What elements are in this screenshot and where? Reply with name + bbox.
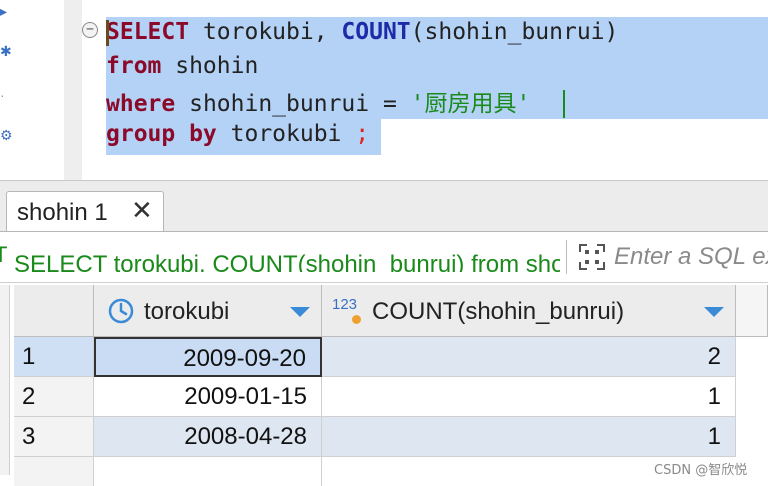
row-number[interactable]: 3 — [14, 417, 94, 457]
column-header-count[interactable]: 123 COUNT(shohin_bunrui) — [322, 285, 736, 337]
string-literal: '厨房用具' — [410, 91, 531, 117]
toolbar-icon[interactable]: · — [0, 88, 5, 102]
editor-left-toolbar: ▸ ✱ · ⚙ — [0, 0, 14, 180]
query-text[interactable]: SELECT torokubi, COUNT(shohin_bunrui) fr… — [14, 244, 560, 272]
code-line-2[interactable]: from shohin — [106, 51, 258, 81]
editor-gutter — [64, 0, 82, 180]
sort-arrow-icon[interactable] — [290, 307, 310, 317]
column-key-dot — [352, 315, 361, 324]
text-type-icon: T — [0, 242, 8, 267]
column-header-torokubi[interactable]: torokubi — [94, 285, 322, 337]
empty-cell — [94, 457, 322, 486]
table-row[interactable]: 3 2008-04-28 1 — [14, 417, 736, 457]
semicolon: ; — [355, 121, 370, 147]
fold-toggle-icon[interactable]: − — [82, 22, 98, 38]
row-number[interactable]: 1 — [14, 337, 94, 377]
code-text: shohin_bunrui = — [175, 91, 411, 117]
selection-anchor — [106, 20, 109, 46]
code-line-1[interactable]: SELECT torokubi, COUNT(shohin_bunrui) — [106, 17, 618, 47]
tab-label: shohin 1 — [17, 199, 108, 226]
header-filler — [736, 285, 768, 337]
cell-torokubi[interactable]: 2009-09-20 — [94, 337, 322, 377]
cell-count[interactable]: 1 — [322, 377, 736, 417]
empty-row-number — [14, 457, 94, 486]
toolbar-icon[interactable]: ⚙ — [0, 128, 13, 142]
column-label: torokubi — [144, 298, 230, 325]
keyword: SELECT — [106, 19, 190, 45]
keyword: where — [106, 91, 176, 117]
filter-input[interactable] — [614, 240, 768, 274]
numeric-123-icon: 123 — [332, 296, 358, 313]
watermark: CSDN @智欣悦 — [654, 463, 748, 478]
results-grid: torokubi 123 COUNT(shohin_bunrui) 1 2009… — [0, 283, 768, 486]
row-number-header[interactable] — [14, 285, 94, 337]
toolbar-icon[interactable]: ▸ — [0, 4, 7, 18]
code-text: torokubi, — [189, 19, 342, 45]
divider — [566, 240, 567, 274]
expand-icon[interactable] — [578, 243, 606, 271]
table-row[interactable]: 1 2009-09-20 2 — [14, 337, 736, 377]
cell-count[interactable]: 1 — [322, 417, 736, 457]
tab-shohin-1[interactable]: shohin 1 ✕ — [6, 191, 164, 231]
sql-editor[interactable]: ▸ ✱ · ⚙ − SELECT torokubi, COUNT(shohin_… — [0, 0, 768, 180]
code-line-3[interactable]: where shohin_bunrui = '厨房用具' — [106, 89, 530, 119]
keyword: from — [106, 53, 162, 79]
keyword: group by — [106, 121, 217, 147]
query-bar: T SELECT torokubi, COUNT(shohin_bunrui) … — [0, 231, 768, 283]
grid-side-strip — [0, 285, 10, 475]
code-text: torokubi — [216, 121, 356, 147]
sort-arrow-icon[interactable] — [704, 307, 724, 317]
results-panel: shohin 1 ✕ T SELECT torokubi, COUNT(shoh… — [0, 180, 768, 486]
cell-torokubi[interactable]: 2009-01-15 — [94, 377, 322, 417]
row-number[interactable]: 2 — [14, 377, 94, 417]
code-text: (shohin_bunrui) — [410, 19, 619, 45]
clock-icon — [108, 298, 134, 324]
column-label: COUNT(shohin_bunrui) — [372, 298, 625, 325]
close-icon[interactable]: ✕ — [131, 197, 153, 223]
code-line-4[interactable]: group by torokubi ; — [106, 119, 369, 149]
function-name: COUNT — [341, 19, 411, 45]
code-text: shohin — [161, 53, 259, 79]
table-row[interactable]: 2 2009-01-15 1 — [14, 377, 736, 417]
cell-torokubi[interactable]: 2008-04-28 — [94, 417, 322, 457]
cell-count[interactable]: 2 — [322, 337, 736, 377]
toolbar-icon[interactable]: ✱ — [0, 44, 12, 58]
text-caret — [563, 90, 565, 118]
